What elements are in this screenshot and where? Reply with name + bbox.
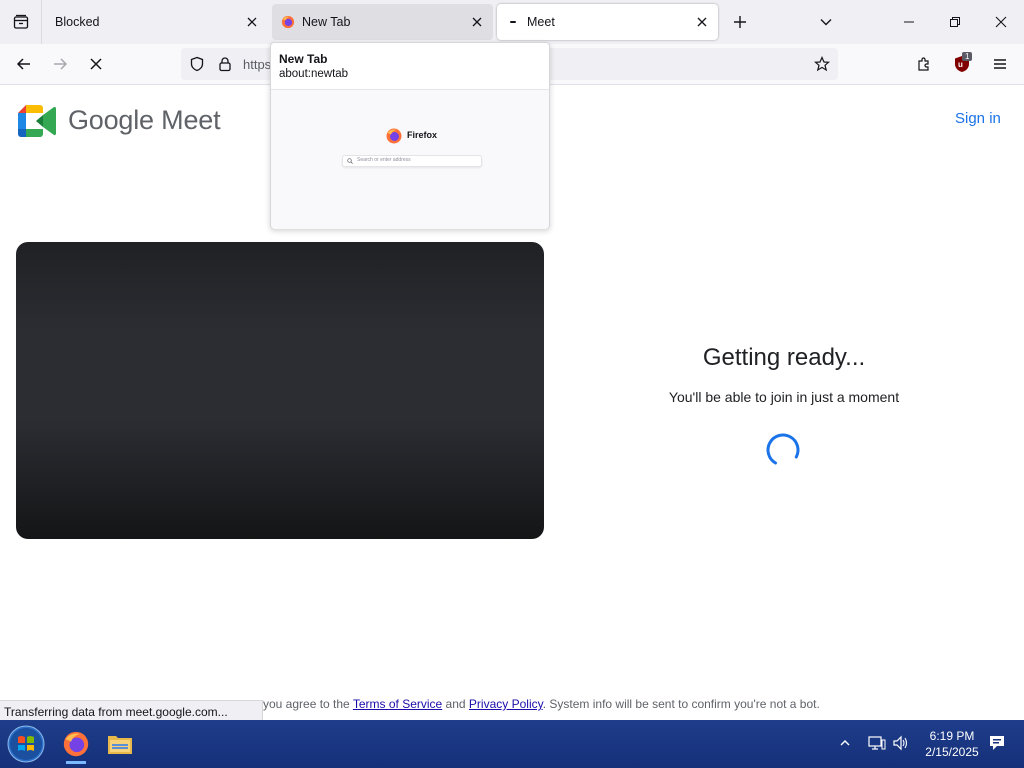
speaker-icon xyxy=(893,735,908,751)
taskbar-firefox[interactable] xyxy=(56,724,96,764)
bookmark-star-icon[interactable] xyxy=(814,56,830,72)
action-center-button[interactable] xyxy=(986,732,1008,754)
close-tab-icon[interactable] xyxy=(694,14,710,30)
forward-arrow-icon xyxy=(54,58,68,70)
notification-icon xyxy=(990,736,1004,750)
windows-start-icon xyxy=(7,725,45,763)
volume-tray-button[interactable] xyxy=(890,732,912,754)
show-hidden-icons-button[interactable] xyxy=(834,732,856,754)
footer-suffix: . System info will be sent to confirm yo… xyxy=(542,697,820,711)
shield-icon[interactable] xyxy=(189,56,205,72)
preview-brand-text: Firefox xyxy=(407,130,438,140)
stop-icon xyxy=(90,58,102,70)
preview-title: New Tab xyxy=(279,52,328,66)
new-tab-button[interactable] xyxy=(728,8,752,36)
minimize-icon xyxy=(904,21,914,23)
brand-name: Google Meet xyxy=(68,105,221,135)
clock-time: 6:19 PM xyxy=(929,729,975,743)
tab-label: Meet xyxy=(527,15,555,29)
network-icon xyxy=(868,736,886,750)
back-arrow-icon xyxy=(16,58,30,70)
restore-button[interactable] xyxy=(932,0,978,44)
google-meet-logo-icon xyxy=(18,105,56,137)
plus-icon xyxy=(734,16,746,28)
list-all-tabs-button[interactable] xyxy=(814,8,838,36)
status-panel: Transferring data from meet.google.com..… xyxy=(0,700,263,720)
network-tray-button[interactable] xyxy=(866,732,888,754)
ready-subtitle: You'll be able to join in just a moment xyxy=(668,389,900,405)
ublock-extension-button[interactable]: u 1 xyxy=(948,50,976,78)
tab-label: Blocked xyxy=(55,15,100,29)
loading-dot-icon xyxy=(510,21,516,23)
close-tab-icon[interactable] xyxy=(244,14,260,30)
lock-icon[interactable] xyxy=(217,56,233,72)
firefox-icon xyxy=(63,731,89,757)
footer-and: and xyxy=(442,697,469,711)
system-clock[interactable]: 6:19 PM 2/15/2025 xyxy=(920,728,984,760)
preview-url: about:newtab xyxy=(279,68,349,80)
forward-button[interactable] xyxy=(46,50,74,78)
firefox-icon xyxy=(281,15,295,29)
chevron-up-icon xyxy=(840,740,850,746)
privacy-policy-link[interactable]: Privacy Policy xyxy=(469,697,543,711)
terms-of-service-link[interactable]: Terms of Service xyxy=(353,697,442,711)
video-preview xyxy=(16,242,544,539)
close-icon xyxy=(995,16,1007,28)
firefox-view-button[interactable] xyxy=(0,0,42,44)
restore-icon xyxy=(950,17,960,27)
sign-in-link[interactable]: Sign in xyxy=(955,110,1001,127)
close-tab-icon[interactable] xyxy=(469,14,485,30)
tab-label: New Tab xyxy=(302,15,351,29)
tab-meet[interactable]: Meet xyxy=(497,4,718,40)
app-menu-button[interactable] xyxy=(986,50,1014,78)
back-button[interactable] xyxy=(10,50,38,78)
hamburger-menu-icon xyxy=(994,59,1006,69)
preview-thumbnail: Firefox Search or enter address xyxy=(271,89,549,229)
tab-strip: Blocked New Tab Meet xyxy=(0,0,1024,44)
footer-prefix: you agree to the xyxy=(263,697,353,711)
taskbar: 6:19 PM 2/15/2025 xyxy=(0,720,1024,768)
ready-heading: Getting ready... xyxy=(702,344,866,371)
firefox-view-icon xyxy=(13,14,28,29)
loading-spinner-icon xyxy=(766,433,800,467)
screen: Blocked New Tab Meet https: u 1 New Tab … xyxy=(0,0,1024,768)
puzzle-icon xyxy=(918,57,929,71)
folder-icon xyxy=(108,736,132,754)
start-button[interactable] xyxy=(6,724,46,764)
close-window-button[interactable] xyxy=(978,0,1024,44)
firefox-logo-icon xyxy=(386,128,402,144)
chevron-down-icon xyxy=(820,19,832,26)
tab-blocked[interactable]: Blocked xyxy=(44,4,268,40)
clock-date: 2/15/2025 xyxy=(925,745,979,759)
svg-text:u: u xyxy=(958,60,963,69)
extensions-button[interactable] xyxy=(910,50,938,78)
stop-button[interactable] xyxy=(82,50,110,78)
preview-search-placeholder: Search or enter address xyxy=(357,157,411,163)
tab-preview-popup: New Tab about:newtab Firefox Search or e… xyxy=(270,42,550,229)
tab-new-tab[interactable]: New Tab xyxy=(272,4,493,40)
taskbar-file-explorer[interactable] xyxy=(100,724,140,764)
preview-search-box: Search or enter address xyxy=(342,155,482,167)
footer-consent-text: you agree to the Terms of Service and Pr… xyxy=(263,697,820,711)
extension-badge: 1 xyxy=(962,52,973,61)
minimize-button[interactable] xyxy=(886,0,932,44)
search-icon xyxy=(347,158,353,164)
